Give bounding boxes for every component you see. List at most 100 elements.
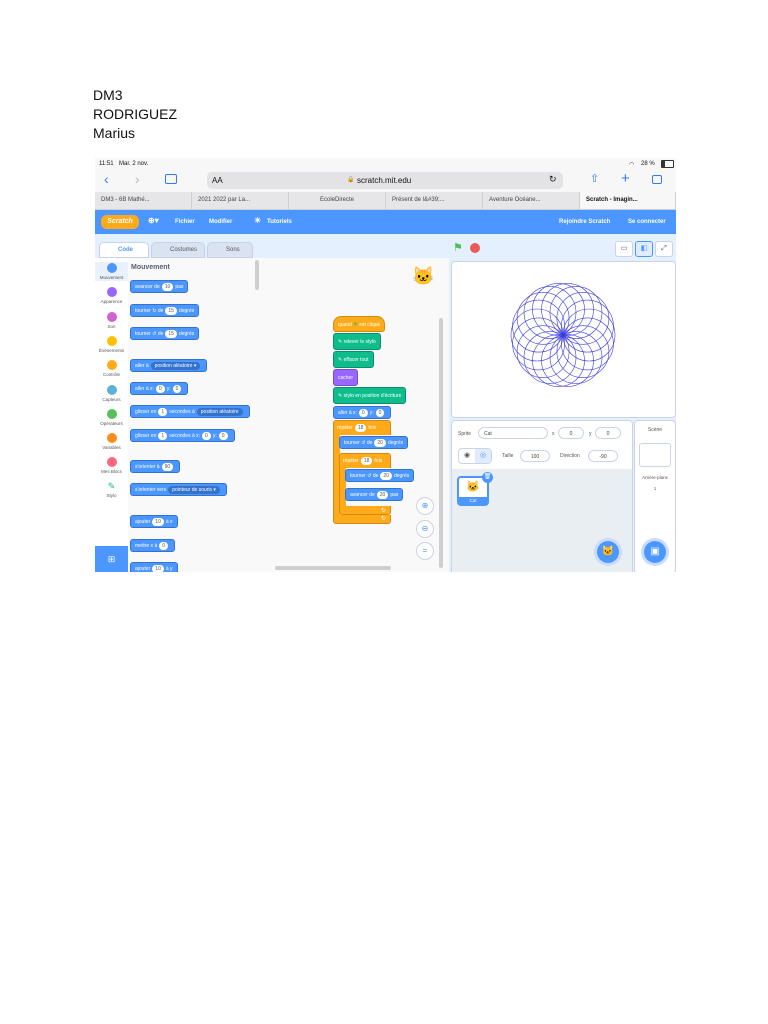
category-sound[interactable]: Son [95,312,128,329]
browser-tab-5[interactable]: Aventure Océane... [483,192,580,209]
add-extension-button[interactable]: ⊞ [95,546,128,572]
block-point-towards[interactable]: s'orienter vers pointeur de souris ▾ [130,483,227,496]
small-stage-button[interactable]: ▭ [615,241,633,257]
block-turn-left-script[interactable]: tourner ↺ de 20 degrés [339,436,409,449]
script-scrollbar-horizontal[interactable] [275,566,391,570]
bookmarks-icon[interactable] [165,174,177,184]
palette-scrollbar[interactable] [255,260,259,290]
sprite-thumbnail[interactable]: 🐱 Cat 🗑 [457,472,493,506]
category-label: Événements [98,348,124,353]
file-menu[interactable]: Fichier [175,219,195,225]
block-clear[interactable]: ✎ effacer tout [333,351,374,368]
block-move-steps[interactable]: avancer de 10 pas [130,280,189,293]
block-set-x[interactable]: mettre x à0 [130,539,176,552]
zoom-out-button[interactable]: ⊖ [416,520,434,538]
category-operators[interactable]: Opérateurs [95,409,128,426]
heading-line-3: Marius [93,125,136,141]
share-icon[interactable]: ⇧ [590,172,599,185]
category-looks[interactable]: Apparence [95,287,128,304]
fullscreen-button[interactable]: ⤢ [655,241,673,257]
sprite-name-field[interactable]: Cat [478,427,548,439]
category-my-blocks[interactable]: Mes Blocs [95,457,128,474]
block-goto-xy-script[interactable]: aller à x: 0 y: 0 [333,406,392,419]
direction-field[interactable]: -90 [588,450,618,462]
zoom-reset-button[interactable]: = [416,542,434,560]
category-sensing[interactable]: Capteurs [95,385,128,402]
block-pen-up[interactable]: ✎ relever le stylo [333,333,381,350]
block-move-inner[interactable]: avancer de 20 pas [345,488,404,501]
green-flag-button[interactable]: ⚑ [453,241,463,254]
hide-eye-icon[interactable]: ◎ [475,449,491,463]
block-change-x[interactable]: ajouter 10 à x [130,515,178,528]
category-dot [106,385,117,395]
block-turn-left-inner[interactable]: tourner ↺ de 20 degrés [345,469,415,482]
zoom-in-button[interactable]: ⊕ [416,497,434,515]
add-sprite-button[interactable]: 🐱 [597,541,619,563]
block-pen-down[interactable]: ✎ stylo en position d'écriture [333,387,407,404]
sprite-cat-icon: 🐱 [412,266,435,286]
reload-icon[interactable]: ↻ [549,174,557,185]
scratch-logo[interactable]: Scratch [101,215,139,229]
category-dot [106,336,117,346]
stage[interactable] [451,261,676,418]
y-field[interactable]: 0 [595,427,621,439]
category-variables[interactable]: Variables [95,433,128,450]
category-pen[interactable]: ✎ Stylo [95,481,128,498]
sign-in-link[interactable]: Se connecter [628,219,666,225]
block-goto-xy[interactable]: aller à x: 0 y: 0 [130,382,189,395]
address-bar[interactable]: AA 🔒 scratch.mit.edu ↻ [207,172,563,189]
x-field[interactable]: 0 [558,427,584,439]
document-heading: DM3 RODRIGUEZ Marius [93,86,177,143]
show-eye-icon[interactable]: ◉ [459,449,475,463]
block-turn-left[interactable]: tourner ↺ de 15 degrés [130,327,200,340]
browser-tab-label: Présent de l&#39;... [392,197,445,203]
pen-icon: ✎ [338,393,343,399]
direction-label: Direction [560,453,580,459]
forward-icon[interactable]: › [135,171,140,187]
stage-selector-panel[interactable]: Scène Arrière-plans 1 ▣ [634,420,676,572]
text-size-button[interactable]: AA [212,176,223,185]
status-bar: 11:51 Mar. 2 nov. ◠ 28 % [95,158,676,170]
browser-tab-6[interactable]: Scratch - Imagin... [580,192,676,209]
block-glide-xy[interactable]: glisser en 1 secondes à x: 0 y: 0 [130,429,235,442]
block-change-y[interactable]: ajouter 10 à y [130,562,178,572]
block-hide[interactable]: cacher [333,369,359,386]
browser-tab-2[interactable]: 2021 2022 par La... [192,192,289,209]
block-point-direction[interactable]: s'orienter à 90 [130,460,181,473]
back-icon[interactable]: ‹ [104,171,109,187]
normal-stage-button[interactable]: ◧ [635,241,653,257]
edit-menu[interactable]: Modifier [209,219,232,225]
category-dot [106,409,117,419]
browser-tab-4[interactable]: Présent de l&#39;... [386,192,483,209]
size-field[interactable]: 100 [520,450,550,462]
browser-tab-label: 2021 2022 par La... [198,197,251,203]
stop-button[interactable] [470,243,480,253]
join-scratch-link[interactable]: Rejoindre Scratch [559,219,610,225]
category-control[interactable]: Contrôle [95,360,128,377]
block-turn-right[interactable]: tourner ↻ de 15 degrés [130,304,200,317]
script-scrollbar-vertical[interactable] [439,318,443,568]
backdrop-thumbnail[interactable] [639,443,671,467]
browser-tab-label: DM3 - 6B Mathé... [101,197,150,203]
block-repeat-inner[interactable]: répéter 18 fois ↻ [339,453,392,515]
lock-icon: 🔒 [347,177,355,183]
category-events[interactable]: Événements [95,336,128,353]
globe-icon[interactable]: ⊕▾ [148,216,159,225]
block-goto-random[interactable]: aller à position aléatoire ▾ [130,359,208,372]
category-motion[interactable]: Mouvement [95,262,128,281]
block-glide-random[interactable]: glisser en 1 secondes à position aléatoire [130,405,250,418]
block-when-flag-clicked[interactable]: quand ⚑ est cliqué [333,316,386,332]
tab-code[interactable]: Code [99,242,149,258]
browser-tab-1[interactable]: DM3 - 6B Mathé... [95,192,192,209]
tabs-overview-icon[interactable] [652,175,662,184]
size-label: Taille [502,453,514,459]
add-backdrop-button[interactable]: ▣ [644,541,666,563]
battery-percent: 28 % [641,161,655,167]
tab-costumes[interactable]: Costumes [151,242,205,258]
new-tab-icon[interactable]: + [621,170,630,187]
tutorials-menu[interactable]: Tutoriels [267,219,292,225]
browser-tab-3[interactable]: EcoleDirecte [289,192,386,209]
delete-sprite-icon[interactable]: 🗑 [482,472,493,483]
category-dot [106,287,117,297]
tab-sounds[interactable]: Sons [207,242,253,258]
